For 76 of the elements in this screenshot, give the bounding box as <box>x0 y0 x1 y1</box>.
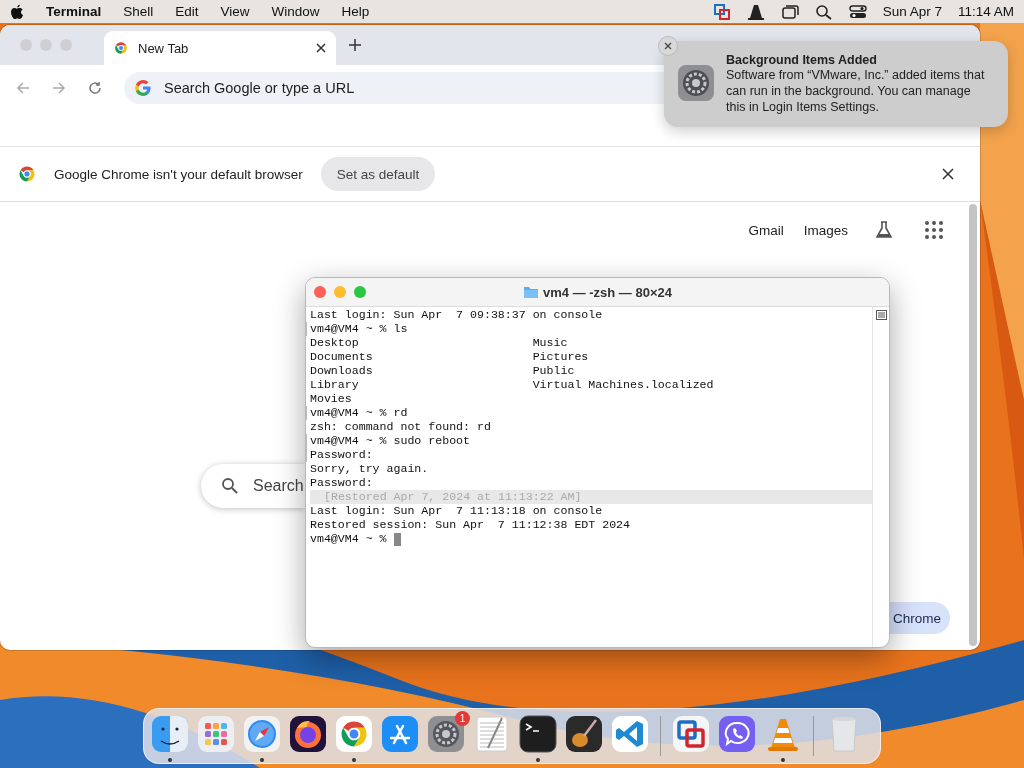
restored-banner: [Restored Apr 7, 2024 at 11:13:22 AM] <box>310 490 872 504</box>
google-g-icon <box>134 79 152 97</box>
terminal-line: Password: <box>306 448 872 462</box>
terminal-line: Restored session: Sun Apr 7 11:12:38 EDT 2024 <box>310 518 632 532</box>
menu-date[interactable]: Sun Apr 7 <box>882 4 942 19</box>
terminal-line: Password: <box>310 476 374 490</box>
terminal-line: Last login: Sun Apr 7 11:13:18 on console <box>310 504 604 518</box>
overlapping-squares-icon[interactable] <box>671 714 711 754</box>
search-placeholder: Search <box>253 477 304 495</box>
phone-bubble-icon[interactable] <box>717 714 757 754</box>
text-cursor <box>393 532 401 546</box>
notification-title: Background Items Added <box>726 53 878 67</box>
infobar-message: Google Chrome isn't your default browser <box>54 166 303 182</box>
marks-icon[interactable] <box>875 310 887 320</box>
guitar-icon[interactable] <box>564 714 604 754</box>
gear-icon[interactable] <box>426 714 466 754</box>
app-store-icon[interactable] <box>380 714 420 754</box>
compass-icon[interactable] <box>242 714 282 754</box>
menu-item[interactable]: Window <box>271 4 320 19</box>
terminal-line: zsh: command not found: rd <box>310 420 492 434</box>
flask-icon[interactable] <box>874 220 894 240</box>
page-link[interactable]: Gmail <box>746 220 786 240</box>
reload-icon[interactable] <box>88 81 102 95</box>
terminal-icon[interactable] <box>518 714 558 754</box>
scrollbar[interactable] <box>969 204 977 646</box>
forward-icon[interactable] <box>52 81 66 95</box>
toggles-icon[interactable] <box>848 3 867 20</box>
menu-clock[interactable]: 11:14 AM <box>957 4 1014 19</box>
firefox-icon[interactable] <box>288 714 328 754</box>
set-default-button[interactable]: Set as default <box>320 157 436 191</box>
menu-item[interactable]: Edit <box>175 4 199 19</box>
close-light[interactable] <box>314 286 326 298</box>
terminal-prompt[interactable]: vm4@VM4 ~ % <box>310 532 872 546</box>
folder-icon <box>523 285 539 299</box>
terminal-line: Last login: Sun Apr 7 09:38:37 on console <box>310 308 604 322</box>
apple-logo-icon[interactable] <box>10 3 24 20</box>
chrome-logo-icon <box>18 165 36 183</box>
overlapping-squares-icon[interactable] <box>712 3 731 20</box>
back-icon[interactable] <box>16 81 30 95</box>
close-icon <box>664 42 672 50</box>
close-icon[interactable] <box>942 168 954 180</box>
page-link[interactable]: Images <box>801 220 850 240</box>
notification[interactable]: Background Items Added Software from “VMware, Inc.” added items that can run in the background. You can manage this in Login Items Settings. <box>664 41 1008 127</box>
terminal-line: vm4@VM4 ~ % sudo reboot <box>306 434 872 448</box>
new-tab-icon[interactable] <box>348 38 362 52</box>
windows-icon[interactable] <box>780 3 799 20</box>
terminal-line: vm4@VM4 ~ % ls <box>306 322 872 336</box>
address-placeholder: Search Google or type a URL <box>164 80 355 96</box>
launchpad-icon[interactable] <box>196 714 236 754</box>
window-title: vm4 — -zsh — 80×24 <box>543 284 672 300</box>
menu-item[interactable]: Shell <box>123 4 154 19</box>
menu-item[interactable]: View <box>220 4 250 19</box>
search-icon <box>221 477 239 495</box>
chrome-icon <box>339 719 369 749</box>
terminal-line: Sorry, try again. <box>310 462 430 476</box>
menu-app-name[interactable]: Terminal <box>46 4 102 19</box>
terminal-line: Library Virtual Machines.localized <box>310 378 715 392</box>
browser-tab[interactable]: New Tab <box>104 31 336 65</box>
terminal-line: Downloads Public <box>310 364 576 378</box>
code-editor-icon[interactable] <box>610 714 650 754</box>
menu-item[interactable]: Help <box>341 4 370 19</box>
close-icon[interactable] <box>316 43 326 53</box>
notification-badge: 1 <box>455 711 470 726</box>
search-box[interactable]: Search <box>201 464 305 508</box>
search-icon[interactable] <box>814 3 833 20</box>
gear-icon <box>678 65 714 101</box>
traffic-cone-icon[interactable] <box>746 3 765 20</box>
terminal-line: Documents Pictures <box>310 350 590 364</box>
terminal-line: vm4@VM4 ~ % rd <box>306 406 872 420</box>
notification-body: Software from “VMware, Inc.” added items that can run in the background. You can manage this in Login Items Settings. <box>726 67 986 115</box>
finder-icon[interactable] <box>150 714 190 754</box>
terminal-line: Movies <box>310 392 353 406</box>
apps-grid-icon[interactable] <box>924 220 944 240</box>
customize-button[interactable]: Chrome <box>890 602 950 634</box>
chrome-logo-icon <box>114 41 128 55</box>
terminal-line: Desktop Music <box>310 336 569 350</box>
